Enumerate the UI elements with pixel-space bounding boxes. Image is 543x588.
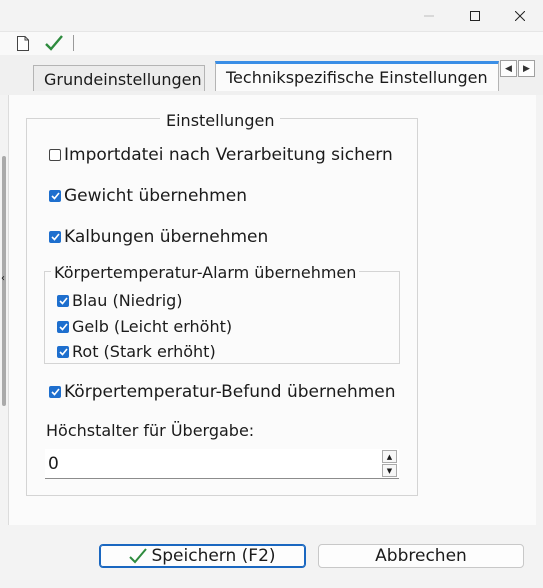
- toolbar: [0, 31, 543, 56]
- tab-scroll-left-button[interactable]: ◀: [500, 60, 517, 77]
- calvings-checkbox[interactable]: Kalbungen übernehmen: [49, 227, 268, 247]
- checkmark-icon: [45, 35, 63, 55]
- checkbox-checked-icon: [57, 320, 69, 333]
- temp-alarm-blue-checkbox[interactable]: Blau (Niedrig): [57, 291, 183, 310]
- new-button[interactable]: [14, 34, 32, 56]
- maximize-icon: [470, 10, 480, 21]
- close-icon: [515, 10, 525, 21]
- checkbox-checked-icon: [49, 190, 61, 202]
- collapse-arrow-icon[interactable]: ‹: [1, 273, 5, 284]
- max-age-value: 0: [48, 454, 59, 474]
- caret-up-icon: ▲: [386, 452, 393, 461]
- calvings-label: Kalbungen übernehmen: [64, 227, 269, 247]
- temp-finding-label: Körpertemperatur-Befund übernehmen: [64, 382, 396, 402]
- tab-technikspezifische-einstellungen[interactable]: Technikspezifische Einstellungen: [215, 61, 499, 91]
- cancel-button[interactable]: Abbrechen: [318, 544, 524, 568]
- save-button[interactable]: Speichern (F2): [99, 544, 306, 568]
- temp-alarm-red-checkbox[interactable]: Rot (Stark erhöht): [57, 342, 216, 361]
- minimize-icon: [424, 11, 434, 21]
- temp-alarm-yellow-checkbox[interactable]: Gelb (Leicht erhöht): [57, 317, 232, 336]
- tab-scroll-right-button[interactable]: ▶: [518, 60, 535, 77]
- minimize-button[interactable]: [406, 0, 452, 31]
- weight-checkbox[interactable]: Gewicht übernehmen: [49, 186, 247, 206]
- spin-up-button[interactable]: ▲: [382, 450, 397, 463]
- temp-alarm-yellow-label: Gelb (Leicht erhöht): [72, 317, 233, 336]
- temp-finding-checkbox[interactable]: Körpertemperatur-Befund übernehmen: [49, 382, 396, 402]
- temp-alarm-blue-label: Blau (Niedrig): [72, 291, 183, 310]
- close-button[interactable]: [497, 0, 543, 31]
- maximize-button[interactable]: [452, 0, 498, 31]
- arrow-right-icon: ▶: [523, 63, 530, 74]
- checkmark-icon: [129, 548, 148, 564]
- max-age-label: Höchstalter für Übergabe:: [46, 421, 255, 440]
- checkbox-checked-icon: [57, 345, 69, 358]
- tab-grundeinstellungen[interactable]: Grundeinstellungen: [33, 65, 205, 91]
- import-backup-checkbox[interactable]: Importdatei nach Verarbeitung sichern: [49, 145, 393, 165]
- settings-group-title: Einstellungen: [160, 111, 281, 130]
- save-button-label: Speichern (F2): [151, 546, 276, 566]
- checkbox-checked-icon: [57, 294, 69, 307]
- temp-alarm-red-label: Rot (Stark erhöht): [72, 342, 216, 361]
- spin-down-button[interactable]: ▼: [382, 464, 397, 477]
- weight-label: Gewicht übernehmen: [64, 186, 247, 206]
- max-age-stepper: ▲ ▼: [382, 450, 398, 478]
- cancel-button-label: Abbrechen: [375, 546, 467, 566]
- tab-strip: Grundeinstellungen Technikspezifische Ei…: [0, 55, 543, 95]
- checkbox-checked-icon: [49, 386, 61, 398]
- toolbar-separator: [73, 35, 74, 51]
- arrow-left-icon: ◀: [505, 63, 512, 74]
- checkbox-unchecked-icon: [49, 149, 61, 161]
- checkbox-checked-icon: [49, 231, 61, 243]
- tab-scroll-buttons: ◀ ▶: [500, 60, 536, 78]
- import-backup-label: Importdatei nach Verarbeitung sichern: [64, 145, 393, 165]
- new-document-icon: [17, 35, 29, 55]
- caret-down-icon: ▼: [386, 466, 393, 475]
- max-age-input[interactable]: [45, 449, 399, 479]
- temp-alarm-group-title: Körpertemperatur-Alarm übernehmen: [51, 263, 360, 282]
- confirm-button[interactable]: [43, 34, 65, 56]
